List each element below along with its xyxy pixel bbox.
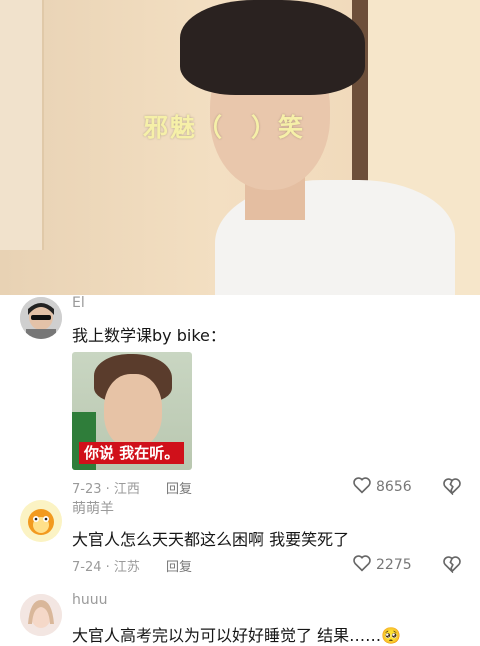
avatar[interactable] [20, 500, 62, 542]
heart-outline-icon [352, 554, 372, 576]
comment-text-body: 大官人高考完以为可以好好睡觉了 结果…… [72, 626, 382, 645]
avatar[interactable] [20, 594, 62, 636]
comment-sticker-image[interactable]: 你说 我在听。 [72, 352, 192, 470]
reply-button[interactable]: 回复 [166, 478, 192, 497]
video-caption: 邪魅（ ）笑 [143, 113, 306, 142]
comment-text: 大官人怎么天天都这么困啊 我要笑死了 [72, 530, 350, 549]
comment-text: 大官人高考完以为可以好好睡觉了 结果……🥺 [72, 622, 401, 646]
comment-item: 萌萌羊 大官人怎么天天都这么困啊 我要笑死了 7-24 · 江苏 回复 2275 [0, 498, 480, 583]
broken-heart-icon [442, 556, 462, 577]
comment-username[interactable]: huuu [72, 592, 108, 608]
dislike-button[interactable] [442, 555, 462, 577]
broken-heart-icon [442, 478, 462, 499]
heart-outline-icon [352, 476, 372, 498]
like-button[interactable]: 2275 [352, 554, 412, 576]
sticker-face [104, 374, 162, 448]
like-button[interactable]: 8656 [352, 476, 412, 498]
background-door [0, 0, 44, 250]
sticker-caption: 你说 我在听。 [79, 442, 185, 464]
pleading-face-emoji: 🥺 [381, 626, 402, 645]
comment-item: huuu 大官人高考完以为可以好好睡觉了 结果……🥺 [0, 592, 480, 645]
person-hair [180, 0, 365, 95]
comment-meta: 7-24 · 江苏 [72, 560, 140, 575]
like-count: 2275 [376, 557, 412, 573]
dislike-button[interactable] [442, 477, 462, 499]
video-player[interactable]: 邪魅（ ）笑 [0, 0, 480, 295]
comment-text: 我上数学课by bike： [72, 326, 226, 345]
comment-username[interactable]: El [72, 295, 85, 311]
comment-meta: 7-23 · 江西 [72, 482, 140, 497]
avatar[interactable] [20, 297, 62, 339]
comment-username[interactable]: 萌萌羊 [72, 498, 114, 518]
like-count: 8656 [376, 479, 412, 495]
reply-button[interactable]: 回复 [166, 556, 192, 575]
